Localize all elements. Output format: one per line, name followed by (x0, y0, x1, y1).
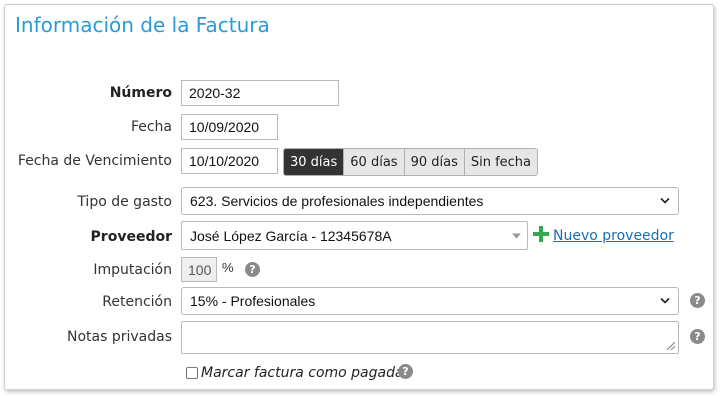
notas-textarea[interactable] (181, 321, 679, 354)
vencimiento-label: Fecha de Vencimiento (17, 153, 172, 169)
proveedor-select[interactable]: José López García - 12345678A (181, 221, 528, 250)
new-provider-link[interactable]: Nuevo proveedor (553, 228, 674, 244)
chevron-down-icon (660, 296, 670, 307)
retencion-label: Retención (102, 294, 172, 310)
panel-title: Información de la Factura (15, 13, 270, 37)
preset-60-dias-button[interactable]: 60 días (343, 149, 404, 175)
numero-input[interactable]: 2020-32 (181, 80, 339, 106)
imputacion-unit: % (222, 260, 234, 275)
paid-checkbox[interactable] (186, 367, 198, 379)
add-provider-icon[interactable] (533, 226, 549, 245)
retencion-value: 15% - Profesionales (190, 293, 316, 309)
vencimiento-input[interactable]: 10/10/2020 (181, 148, 278, 174)
help-icon[interactable]: ? (245, 262, 260, 277)
imputacion-label: Imputación (93, 262, 172, 278)
preset-30-dias-button[interactable]: 30 días (284, 149, 344, 175)
retencion-select[interactable]: 15% - Profesionales (181, 287, 679, 315)
resize-grip-icon[interactable] (667, 342, 675, 350)
proveedor-value: José López García - 12345678A (190, 227, 392, 244)
preset-sin-fecha-button[interactable]: Sin fecha (463, 149, 538, 175)
vencimiento-preset-group: 30 días 60 días 90 días Sin fecha (283, 148, 539, 176)
imputacion-input[interactable]: 100 (181, 257, 217, 282)
help-icon[interactable]: ? (398, 364, 413, 379)
paid-checkbox-label[interactable]: Marcar factura como pagada (201, 365, 404, 381)
numero-label: Número (109, 85, 172, 101)
dropdown-arrow-icon (512, 230, 521, 241)
tipo-gasto-select[interactable]: 623. Servicios de profesionales independ… (181, 187, 679, 215)
fecha-input[interactable]: 10/09/2020 (181, 114, 278, 140)
tipo-gasto-value: 623. Servicios de profesionales independ… (190, 193, 484, 209)
tipo-gasto-label: Tipo de gasto (77, 194, 172, 210)
proveedor-label: Proveedor (90, 229, 172, 245)
help-icon[interactable]: ? (690, 329, 705, 344)
chevron-down-icon (660, 196, 670, 207)
preset-90-dias-button[interactable]: 90 días (403, 149, 464, 175)
fecha-label: Fecha (130, 119, 172, 135)
notas-label: Notas privadas (66, 329, 172, 345)
help-icon[interactable]: ? (690, 293, 705, 308)
